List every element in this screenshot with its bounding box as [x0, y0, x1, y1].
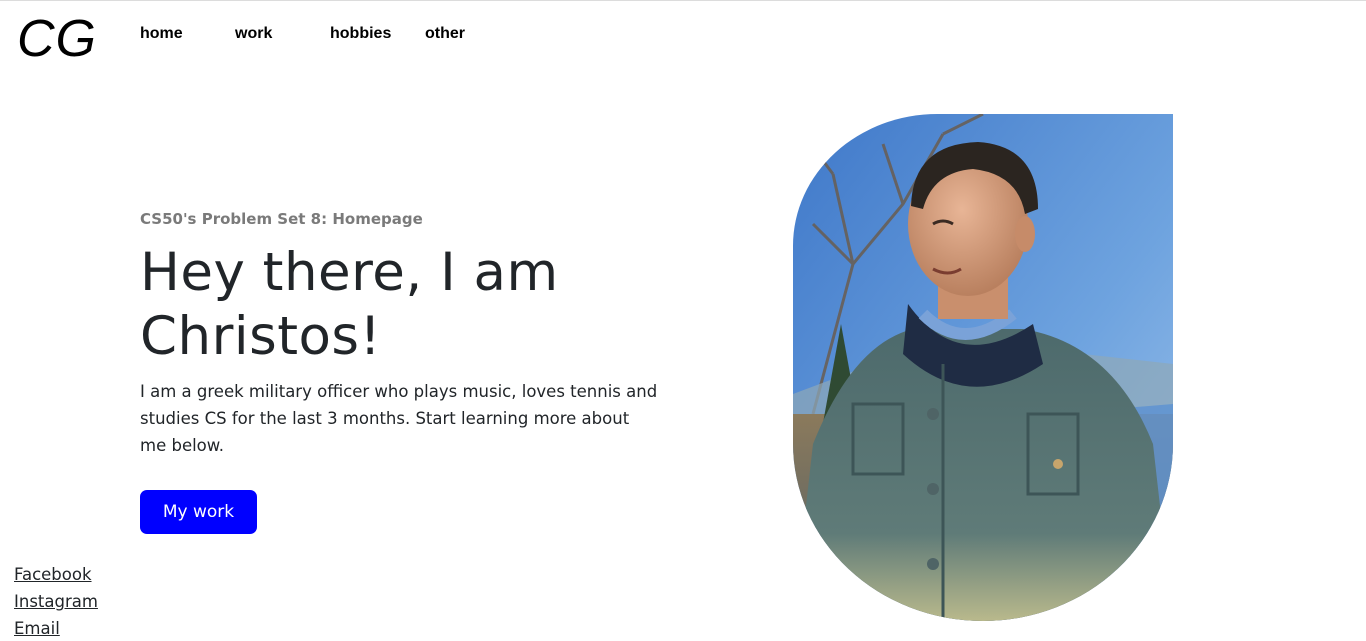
email-link[interactable]: Email: [14, 615, 98, 641]
instagram-link[interactable]: Instagram: [14, 588, 98, 615]
profile-photo-illustration: [793, 114, 1173, 621]
nav-link-other[interactable]: other: [425, 25, 465, 43]
my-work-button[interactable]: My work: [140, 490, 257, 534]
facebook-link[interactable]: Facebook: [14, 561, 98, 588]
hero-headline: Hey there, I am Christos!: [140, 242, 559, 367]
hero-subtitle: CS50's Problem Set 8: Homepage: [140, 210, 423, 228]
nav-link-hobbies[interactable]: hobbies: [330, 25, 391, 43]
hero-intro: I am a greek military officer who plays …: [140, 382, 658, 455]
nav-link-work[interactable]: work: [235, 25, 272, 43]
page: CG home work hobbies other CS50's Proble…: [0, 0, 1366, 641]
profile-photo: [793, 114, 1173, 621]
site-logo[interactable]: CG: [17, 13, 97, 65]
social-links: Facebook Instagram Email: [14, 561, 98, 641]
nav-link-home[interactable]: home: [140, 25, 183, 43]
